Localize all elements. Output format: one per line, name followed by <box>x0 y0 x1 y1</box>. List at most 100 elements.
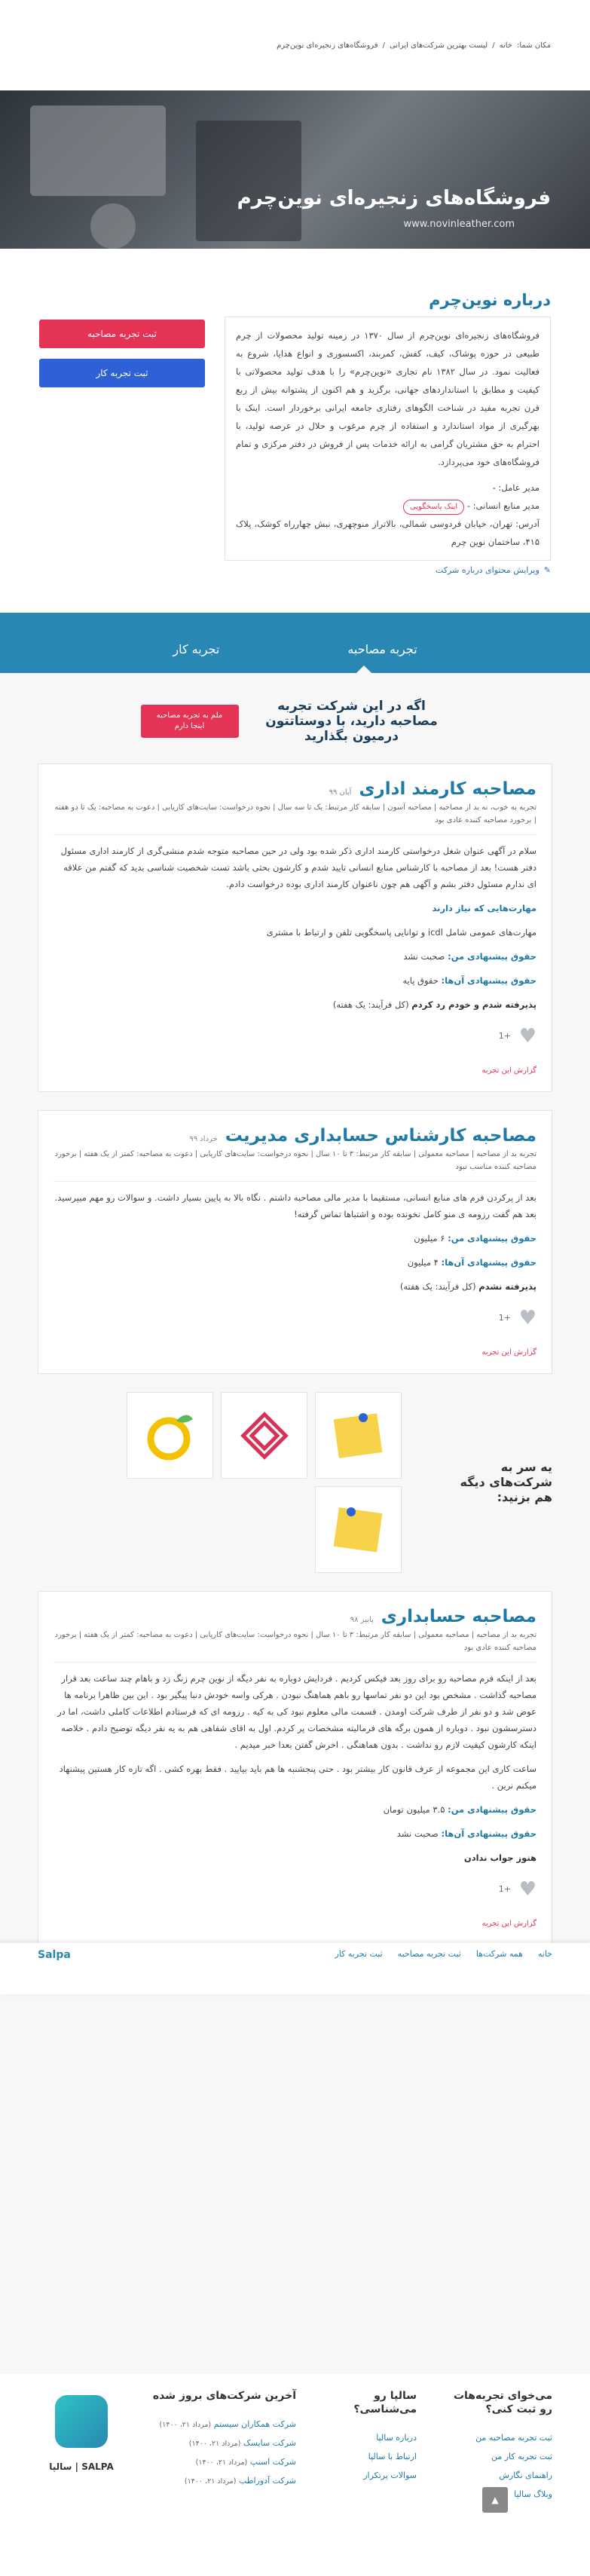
salary-theirs-label: حقوق پیشنهادی آن‌ها: <box>441 975 537 986</box>
review-card: مصاحبه حسابداری پاییز ۹۸ تجربه بد از مصاح… <box>38 1591 552 1945</box>
tab-work[interactable]: تجربه کار <box>142 642 249 673</box>
others-title: یه سر به شرکت‌های دیگه هم بزنید: <box>460 1460 553 1504</box>
footer-col1-title: می‌خوای تجربه‌هات رو ثبت کنی؟ <box>453 2390 552 2415</box>
salary-theirs: ۴ میلیون <box>407 1257 439 1268</box>
footer-col2-title: سالپا رو می‌شناسی؟ <box>353 2390 417 2415</box>
breadcrumb-list[interactable]: لیست بهترین شرکت‌های ایرانی <box>390 41 488 50</box>
about-address: آدرس: تهران، خیابان فردوسی شمالی، بالاتر… <box>236 519 540 547</box>
result-label: پذیرفته نشدم <box>478 1281 537 1292</box>
like-row: ♥ +1 <box>53 1308 537 1328</box>
salary-mine-label: حقوق پیشنهادی من: <box>448 1233 537 1244</box>
report-link[interactable]: گزارش این تجربه <box>53 1063 537 1079</box>
tab-interview[interactable]: تجربه مصاحبه <box>317 642 447 673</box>
like-count: +1 <box>498 1313 511 1323</box>
salary-theirs: حقوق پایه <box>402 975 439 986</box>
footer-link[interactable]: ارتباط با سالپا <box>319 2452 417 2461</box>
about-section: درباره نوین‌چرم فروشگاه‌های زنجیره‌ای نو… <box>0 249 590 613</box>
review-title: مصاحبه کارمند اداری <box>359 779 537 799</box>
salary-theirs: صحبت نشد <box>396 1828 439 1839</box>
salary-mine: ۶ میلیون <box>414 1233 445 1244</box>
other-companies: یه سر به شرکت‌های دیگه هم بزنید: <box>38 1392 552 1573</box>
footer-link[interactable]: راهنمای نگارش <box>439 2470 552 2480</box>
cta-bar: اگه در این شرکت تجربه مصاحبه دارید، با د… <box>0 673 590 763</box>
about-ceo: مدیر عامل: - <box>492 482 540 493</box>
nav-add-work[interactable]: ثبت تجربه کار <box>335 1949 382 1959</box>
sticky-nav: خانه همه شرکت‌ها ثبت تجربه مصاحبه ثبت تج… <box>0 1943 590 1994</box>
latest-company[interactable]: شرکت آدوراطب <box>239 2476 296 2486</box>
review-date: آبان ۹۹ <box>329 788 352 797</box>
about-box: فروشگاه‌های زنجیره‌ای نوین‌چرم از سال ۱۳… <box>225 317 551 561</box>
review-title: مصاحبه حسابداری <box>381 1607 537 1626</box>
review-card: مصاحبه کارشناس حسابداری مدیریت خرداد ۹۹ ت… <box>38 1110 552 1374</box>
nav-home[interactable]: خانه <box>538 1949 552 1959</box>
review-body: سلام در آگهی عنوان شغل درخواستی کارمند ا… <box>60 846 537 889</box>
footer-link[interactable]: سوالات پرتکرار <box>319 2470 417 2480</box>
add-work-button[interactable]: ثبت تجربه کار <box>39 359 205 387</box>
salary-mine-label: حقوق پیشنهادی من: <box>448 1804 537 1815</box>
heart-icon[interactable]: ♥ <box>518 1026 537 1046</box>
about-hr: مدیر منابع انسانی: - <box>466 500 540 511</box>
salary-mine: ۳.۵ میلیون تومان <box>383 1804 445 1815</box>
latest-company[interactable]: شرکت اسنپ <box>250 2457 296 2467</box>
about-title: درباره نوین‌چرم <box>429 291 551 309</box>
salary-theirs-label: حقوق پیشنهادی آن‌ها: <box>441 1257 537 1268</box>
footer-col3-title: آخرین شرکت‌های بروز شده <box>152 2390 296 2402</box>
cta-button[interactable]: ملم به تجربه مصاحبه اینجا دارم <box>140 705 239 738</box>
review-body: بعد از پرکردن فرم های منابع انسانی، مستق… <box>54 1192 537 1219</box>
hr-tag[interactable]: اینک پاسخگویی <box>403 500 465 515</box>
salary-mine-label: حقوق پیشنهادی من: <box>448 951 537 962</box>
skills-text: مهارت‌های عمومی شامل icdl و توانایی پاسخ… <box>266 927 537 938</box>
footer-link[interactable]: ثبت تجربه کار من <box>439 2452 552 2461</box>
result-note: (کل فرآیند: یک هفته) <box>332 999 409 1010</box>
add-interview-button[interactable]: ثبت تجربه مصاحبه <box>39 320 205 348</box>
edit-about-link[interactable]: ✎ ویرایش محتوای درباره شرکت <box>39 565 551 575</box>
breadcrumb-home[interactable]: خانه <box>500 41 512 50</box>
result-label: پذیرفته شدم و خودم رد کردم <box>411 999 537 1010</box>
company-logo-sticky-note[interactable] <box>315 1392 402 1479</box>
review-meta: تجربه به خوب، نه بد از مصاحبه | مصاحبه آ… <box>53 801 537 835</box>
breadcrumb-current: فروشگاه‌های زنجیره‌ای نوین‌چرم <box>277 41 378 50</box>
report-link[interactable]: گزارش این تجربه <box>53 1916 537 1932</box>
company-logo-ring[interactable] <box>127 1392 213 1479</box>
review-card: مصاحبه کارمند اداری آبان ۹۹ تجربه به خوب،… <box>38 763 552 1092</box>
breadcrumb: مکان شما: خانه / لیست بهترین شرکت‌های ایر… <box>0 0 590 90</box>
salpa-logo-icon <box>55 2395 108 2448</box>
pencil-icon: ✎ <box>543 565 551 575</box>
about-text: فروشگاه‌های زنجیره‌ای نوین‌چرم از سال ۱۳… <box>236 330 540 467</box>
report-link[interactable]: گزارش این تجربه <box>53 1345 537 1361</box>
review-summary: ساعت کاری این مجموعه از عرف قانون کار بی… <box>59 1764 537 1791</box>
cta-text: اگه در این شرکت تجربه مصاحبه دارید، با د… <box>265 699 438 744</box>
heart-icon[interactable]: ♥ <box>518 1308 537 1328</box>
footer: می‌خوای تجربه‌هات رو ثبت کنی؟ ثبت تجربه … <box>0 2374 590 2576</box>
review-date: خرداد ۹۹ <box>189 1135 218 1143</box>
company-logo-sticky-note-2[interactable] <box>315 1486 402 1573</box>
like-row: ♥ +1 <box>53 1026 537 1046</box>
sticky-brand[interactable]: Salpa <box>38 1949 71 1988</box>
page-title: فروشگاه‌های زنجیره‌ای نوین‌چرم <box>237 187 551 210</box>
review-date: پاییز ۹۸ <box>350 1616 374 1624</box>
review-body: بعد از اینکه فرم مصاحبه رو برای روز بعد … <box>57 1673 537 1750</box>
result-label: هنوز جواب ندادن <box>463 1852 537 1863</box>
heart-icon[interactable]: ♥ <box>518 1880 537 1899</box>
footer-brand: SALPA | سالپا <box>49 2461 114 2472</box>
footer-link[interactable]: درباره سالپا <box>319 2433 417 2443</box>
like-count: +1 <box>498 1031 511 1041</box>
salary-mine: صحبت نشد <box>403 951 445 962</box>
company-url[interactable]: www.novinleather.com <box>403 219 515 230</box>
nav-add-interview[interactable]: ثبت تجربه مصاحبه <box>398 1949 461 1959</box>
breadcrumb-prefix: مکان شما: <box>516 41 551 50</box>
review-meta: تجربه بد از مصاحبه | مصاحبه معمولی | ساب… <box>53 1629 537 1663</box>
hero-banner: فروشگاه‌های زنجیره‌ای نوین‌چرم www.novin… <box>0 90 590 249</box>
review-meta: تجربه بد از مصاحبه | مصاحبه معمولی | ساب… <box>53 1148 537 1182</box>
company-logo-knot[interactable] <box>221 1392 307 1479</box>
tabs: تجربه مصاحبه تجربه کار <box>0 613 590 673</box>
latest-company[interactable]: شرکت همکاران سیستم <box>214 2419 296 2429</box>
result-note: (کل فرآیند: یک هفته) <box>399 1281 476 1292</box>
footer-link[interactable]: ثبت تجربه مصاحبه من <box>439 2433 552 2443</box>
latest-company[interactable]: شرکت سایسک <box>243 2438 296 2448</box>
like-row: ♥ +1 <box>53 1880 537 1899</box>
skills-label: مهارت‌هایی که نیاز دارند <box>432 903 537 913</box>
back-to-top-icon[interactable]: ▲ <box>482 2487 508 2513</box>
like-count: +1 <box>498 1884 511 1894</box>
nav-companies[interactable]: همه شرکت‌ها <box>476 1949 523 1959</box>
